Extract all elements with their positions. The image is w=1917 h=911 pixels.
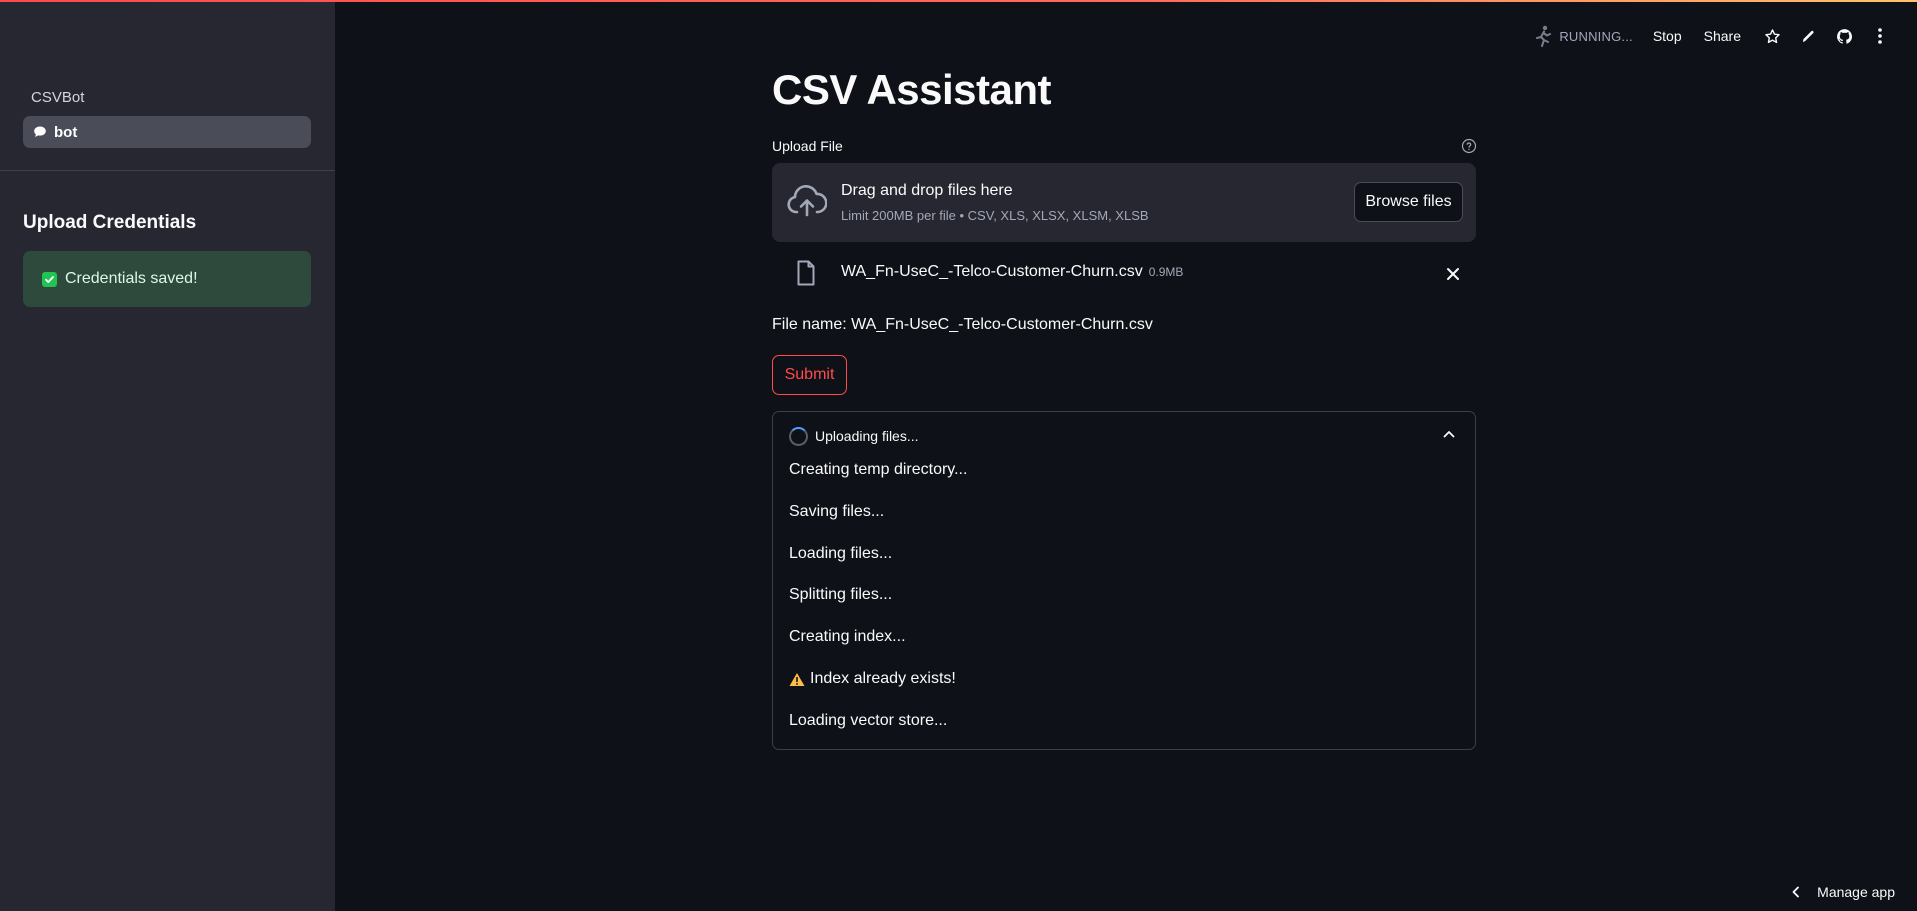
- github-icon[interactable]: [1835, 27, 1853, 45]
- close-icon[interactable]: [1444, 265, 1462, 283]
- chevron-left-icon: [1792, 886, 1800, 898]
- manage-app-label: Manage app: [1817, 884, 1895, 900]
- chat-bubble-icon: [33, 125, 47, 139]
- manage-app-button[interactable]: Manage app: [1789, 884, 1895, 900]
- pencil-icon[interactable]: [1799, 27, 1817, 45]
- status-line: Creating temp directory...: [789, 461, 968, 478]
- running-man-icon: [1536, 25, 1552, 47]
- sidebar: CSVBot bot Upload Credentials Credential…: [0, 0, 335, 911]
- sidebar-item-bot[interactable]: bot: [23, 116, 311, 148]
- status-title: Uploading files...: [815, 428, 919, 444]
- status-warning-text: Index already exists!: [810, 670, 956, 687]
- running-status-text: RUNNING...: [1559, 28, 1633, 44]
- status-line: Loading files...: [789, 545, 893, 562]
- status-expander: Uploading files... Creating temp directo…: [772, 411, 1476, 750]
- uploaded-file-size: 0.9MB: [1148, 265, 1184, 279]
- page-title: CSV Assistant: [772, 66, 1052, 113]
- status-line: Splitting files...: [789, 586, 893, 603]
- file-icon: [797, 260, 815, 286]
- uploaded-file-name-text: WA_Fn-UseC_-Telco-Customer-Churn.csv: [841, 263, 1143, 280]
- status-line: Loading vector store...: [789, 712, 948, 729]
- dropzone-limit-text: Limit 200MB per file • CSV, XLS, XLSX, X…: [841, 208, 1149, 223]
- status-line: Creating index...: [789, 628, 906, 645]
- chevron-up-icon[interactable]: [1441, 426, 1457, 442]
- status-warning-line: Index already exists!: [789, 670, 956, 688]
- nav-header: CSVBot: [31, 89, 85, 106]
- success-alert: Credentials saved!: [23, 251, 311, 307]
- cloud-upload-icon: [787, 185, 827, 217]
- sidebar-divider: [0, 170, 335, 171]
- status-header[interactable]: Uploading files...: [789, 424, 919, 448]
- upload-label: Upload File: [772, 138, 843, 154]
- uploaded-file-row: WA_Fn-UseC_-Telco-Customer-Churn.csv 0.9M…: [772, 256, 1476, 292]
- success-message: Credentials saved!: [65, 270, 198, 287]
- star-icon[interactable]: [1763, 27, 1781, 45]
- file-name-text: File name: WA_Fn-UseC_-Telco-Customer-Ch…: [772, 316, 1153, 333]
- sidebar-nav: CSVBot bot: [23, 86, 311, 148]
- running-status: RUNNING...: [1533, 25, 1633, 47]
- warning-icon: [789, 672, 805, 686]
- help-circle-icon[interactable]: [1461, 138, 1477, 154]
- browse-files-button[interactable]: Browse files: [1354, 182, 1463, 222]
- dropzone-title: Drag and drop files here: [841, 182, 1013, 199]
- status-line: Saving files...: [789, 503, 885, 520]
- sidebar-heading: Upload Credentials: [23, 212, 197, 233]
- top-decoration-bar: [0, 0, 1917, 2]
- spinner-icon: [789, 426, 808, 446]
- checkbox-check-icon: [42, 271, 57, 287]
- more-vertical-icon[interactable]: [1871, 27, 1889, 45]
- file-dropzone[interactable]: Drag and drop files here Limit 200MB per…: [772, 163, 1476, 242]
- submit-button[interactable]: Submit: [772, 355, 847, 395]
- sidebar-item-label: bot: [54, 123, 78, 141]
- header-toolbar: RUNNING... Stop Share: [1533, 22, 1917, 50]
- share-button[interactable]: Share: [1704, 28, 1741, 44]
- uploaded-file-name: WA_Fn-UseC_-Telco-Customer-Churn.csv 0.9M…: [841, 263, 1183, 281]
- stop-button[interactable]: Stop: [1653, 28, 1682, 44]
